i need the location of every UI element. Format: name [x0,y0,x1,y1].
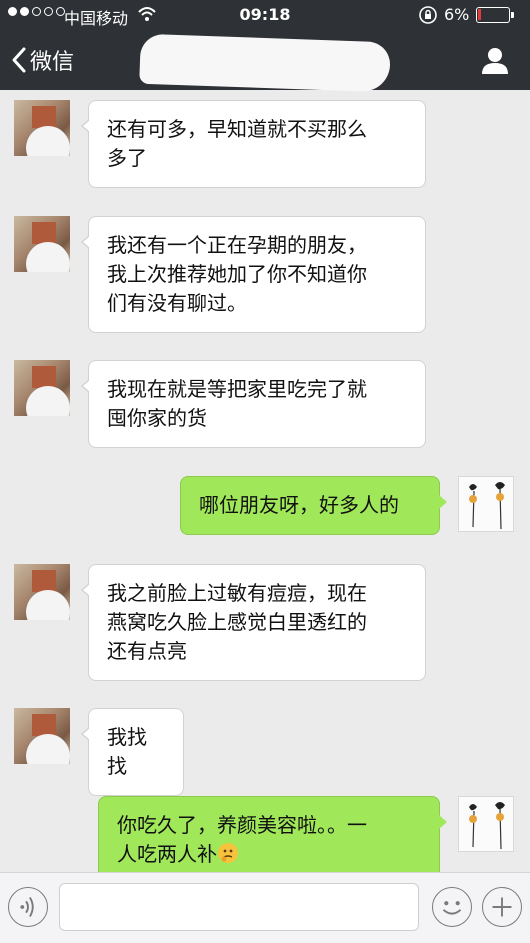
bird-drawing-icon [469,482,505,530]
back-label: 微信 [30,50,75,75]
message-line: 多了 [107,146,147,170]
rotation-lock-icon [419,6,437,24]
outgoing-message[interactable]: 你吃久了，养颜美容啦。。一 人吃两人补 [98,796,447,872]
contact-avatar[interactable] [14,216,70,272]
contact-avatar[interactable] [14,360,70,416]
chat-area[interactable]: 还有可多，早知道就不买那么 多了 我还有一个正在孕期的朋友， 我上次推荐她加了你不知… [0,90,530,872]
incoming-message[interactable]: 我之前脸上过敏有痘痘，现在 燕窝吃久脸上感觉白里透红的 还有点亮 [81,564,426,681]
bird-drawing-icon [469,802,505,850]
status-bar: 中国移动 09:18 6% [0,0,530,30]
message-line: 人吃两人补 [117,842,217,866]
message-line: 你吃久了，养颜美容啦。。一 [117,813,367,837]
message-line: 还有可多，早知道就不买那么 [107,117,367,141]
message-line: 我上次推荐她加了你不知道你 [107,262,367,286]
message-line: 还有点亮 [107,639,187,663]
thinking-face-emoji-icon [218,843,238,863]
contact-avatar[interactable] [14,708,70,764]
contact-avatar[interactable] [14,100,70,156]
chevron-left-icon [12,47,26,73]
message-line: 囤你家的货 [107,406,207,430]
message-line: 们有没有聊过。 [107,291,247,315]
nav-bar: 微信 [0,30,530,93]
battery-percent: 6% [444,5,470,24]
incoming-message[interactable]: 我现在就是等把家里吃完了就 囤你家的货 [81,360,426,448]
message-line: 我还有一个正在孕期的朋友， [107,233,367,257]
message-line: 我之前脸上过敏有痘痘，现在 [107,581,367,605]
message-input[interactable] [59,883,419,931]
outgoing-message[interactable]: 哪位朋友呀，好多人的 [180,476,447,535]
message-line: 哪位朋友呀，好多人的 [199,493,399,517]
incoming-message[interactable]: 我还有一个正在孕期的朋友， 我上次推荐她加了你不知道你 们有没有聊过。 [81,216,426,333]
input-bar [0,872,530,943]
incoming-message[interactable]: 我找找 [81,708,184,796]
voice-toggle-icon[interactable] [8,887,48,927]
profile-icon[interactable] [478,44,512,78]
message-line: 燕窝吃久脸上感觉白里透红的 [107,610,367,634]
message-line: 我找找 [107,725,147,778]
my-avatar[interactable] [458,476,514,532]
battery-tip [511,12,514,18]
battery-icon [476,7,510,23]
incoming-message[interactable]: 还有可多，早知道就不买那么 多了 [81,100,426,188]
message-line: 我现在就是等把家里吃完了就 [107,377,367,401]
plus-icon[interactable] [482,887,522,927]
back-button[interactable]: 微信 [10,42,74,78]
contact-avatar[interactable] [14,564,70,620]
my-avatar[interactable] [458,796,514,852]
redacted-chat-title [139,33,391,93]
emoji-face-icon[interactable] [432,887,472,927]
